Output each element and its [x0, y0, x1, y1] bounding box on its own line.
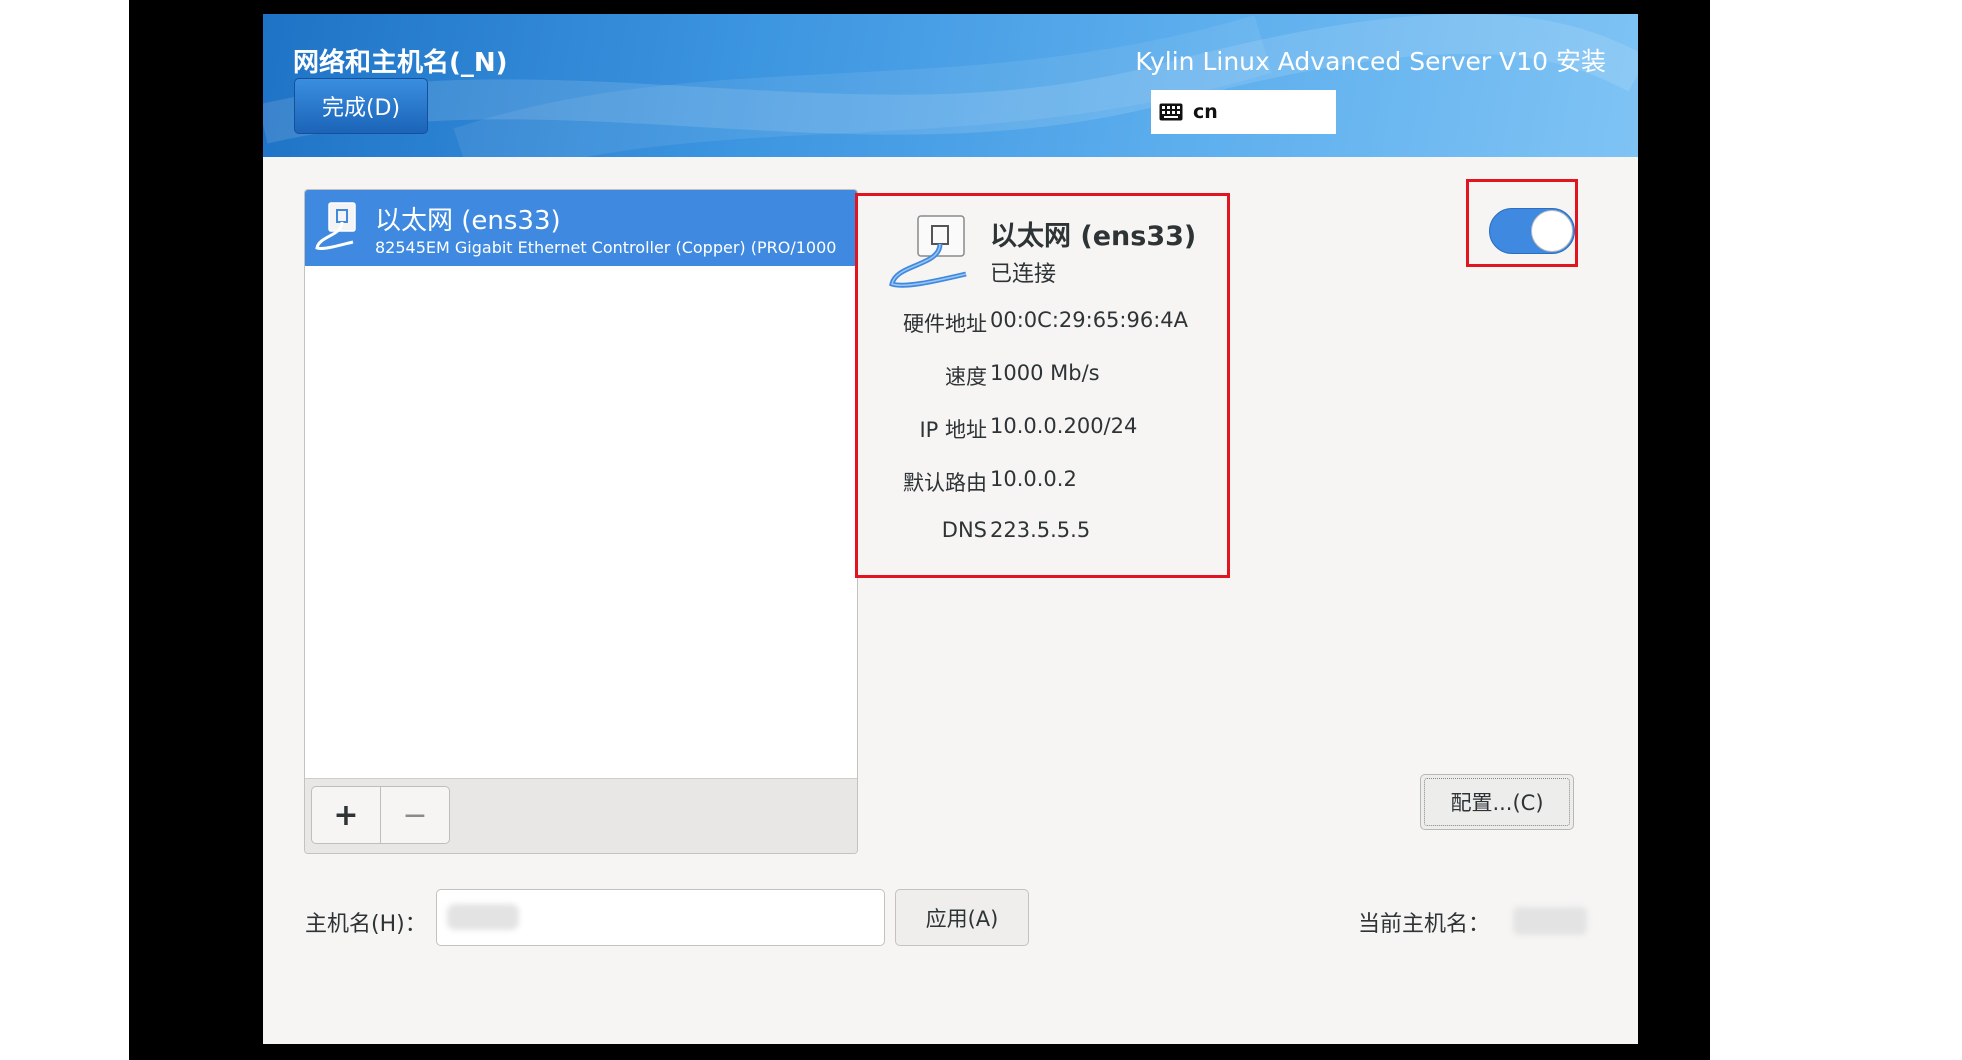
detail-row-hardware-address: 硬件地址 00:0C:29:65:96:4A — [858, 308, 1233, 342]
header-decoration — [263, 14, 1638, 157]
device-list-toolbar: + − — [305, 778, 857, 853]
apply-hostname-button[interactable]: 应用(A) — [895, 889, 1029, 946]
configure-button[interactable]: 配置...(C) — [1420, 774, 1574, 830]
detail-value: 10.0.0.200/24 — [990, 414, 1138, 438]
detail-row-speed: 速度 1000 Mb/s — [858, 361, 1233, 395]
detail-value: 10.0.0.2 — [990, 467, 1077, 491]
keyboard-icon — [1159, 103, 1183, 121]
remove-device-button[interactable]: − — [380, 786, 450, 844]
device-name: 以太网 (ens33) — [375, 206, 561, 236]
detail-row-ip-address: IP 地址 10.0.0.200/24 — [858, 414, 1233, 448]
current-hostname-label: 当前主机名： — [1358, 912, 1491, 937]
connection-toggle[interactable] — [1489, 208, 1575, 254]
ethernet-icon — [889, 215, 967, 288]
detail-label: IP 地址 — [919, 418, 987, 442]
detail-label: 速度 — [945, 365, 987, 389]
toggle-knob — [1531, 210, 1573, 252]
current-hostname-value — [1513, 907, 1587, 935]
header-bar: 网络和主机名(_N) 完成(D) Kylin Linux Advanced Se… — [263, 14, 1638, 157]
add-device-button[interactable]: + — [311, 786, 381, 844]
product-title: Kylin Linux Advanced Server V10 安装 — [1135, 47, 1606, 76]
ethernet-icon — [315, 202, 356, 250]
detail-row-default-route: 默认路由 10.0.0.2 — [858, 467, 1233, 501]
connection-status: 已连接 — [990, 262, 1057, 287]
details-device-name: 以太网 (ens33) — [990, 221, 1197, 252]
keyboard-layout-indicator[interactable]: cn — [1151, 90, 1336, 134]
detail-value: 1000 Mb/s — [990, 361, 1100, 385]
right-margin — [1710, 0, 1962, 1060]
detail-value: 223.5.5.5 — [990, 518, 1091, 542]
detail-label: 默认路由 — [903, 471, 987, 495]
device-details-panel: 以太网 (ens33) 已连接 硬件地址 00:0C:29:65:96:4A 速… — [855, 193, 1230, 578]
detail-row-dns: DNS 223.5.5.5 — [858, 518, 1233, 552]
installer-window: 网络和主机名(_N) 完成(D) Kylin Linux Advanced Se… — [263, 14, 1638, 1044]
detail-value: 00:0C:29:65:96:4A — [990, 308, 1189, 332]
keyboard-layout-label: cn — [1193, 101, 1218, 123]
device-list-item[interactable]: 以太网 (ens33) 82545EM Gigabit Ethernet Con… — [305, 190, 857, 266]
device-list: 以太网 (ens33) 82545EM Gigabit Ethernet Con… — [304, 189, 858, 854]
hostname-label: 主机名(H)： — [305, 912, 427, 937]
hostname-input[interactable] — [436, 889, 885, 946]
left-margin — [0, 0, 129, 1060]
done-button[interactable]: 完成(D) — [294, 78, 428, 134]
spoke-title: 网络和主机名(_N) — [293, 48, 508, 78]
redacted-hostname — [447, 904, 519, 930]
device-description: 82545EM Gigabit Ethernet Controller (Cop… — [375, 238, 837, 257]
detail-label: DNS — [941, 518, 987, 542]
detail-label: 硬件地址 — [903, 312, 987, 336]
